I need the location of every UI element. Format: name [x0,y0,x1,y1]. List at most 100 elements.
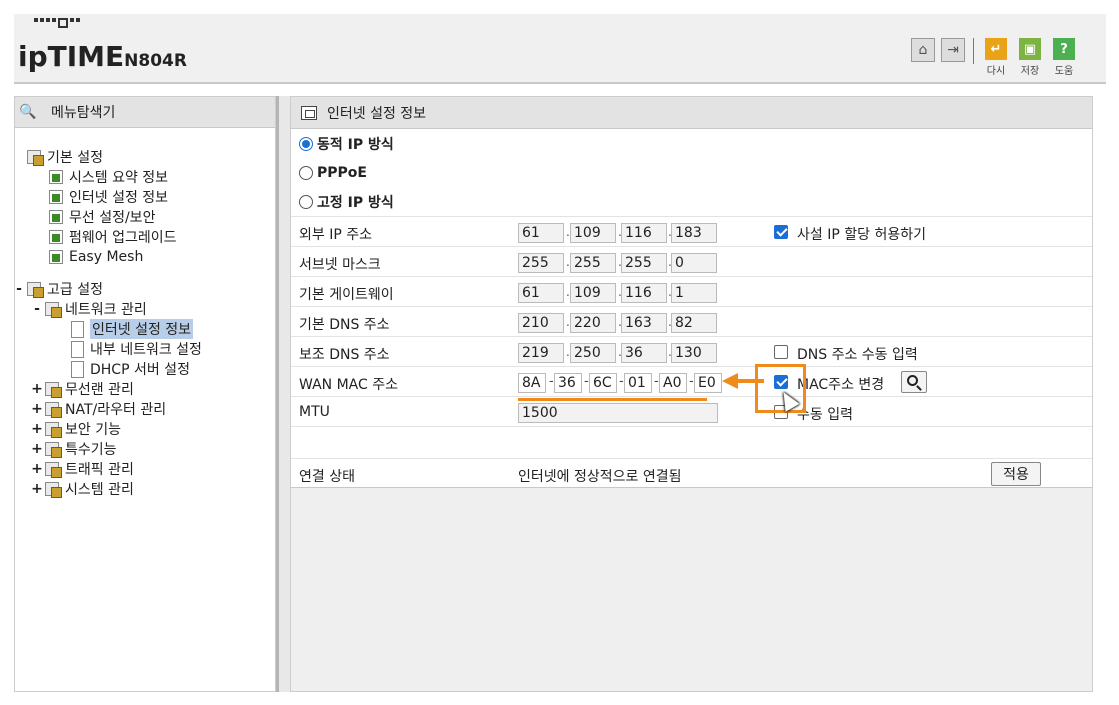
menu-explorer-header: 🔍 메뉴탐색기 [15,97,275,128]
reload-button[interactable]: ↵ 다시 [982,38,1010,77]
mac-part-4[interactable]: 01 [624,373,652,393]
tree-item-easymesh[interactable]: Easy Mesh [49,247,143,267]
tree-item-label: 인터넷 설정 정보 [69,190,169,206]
logout-icon[interactable]: ⇥ [941,38,965,62]
upgrade-icon [49,230,63,244]
apply-button[interactable]: 적용 [991,462,1041,486]
expand-toggle[interactable]: + [29,481,45,497]
secondary-dns-octet-1[interactable]: 219 [518,343,564,363]
tree-item-wireless[interactable]: 무선 설정/보안 [49,207,155,227]
wan-ip-octet-1[interactable]: 61 [518,223,564,243]
tree-advanced-label: 고급 설정 [47,282,103,298]
subnet-octet-4[interactable]: 0 [671,253,717,273]
home-icon[interactable]: ⌂ [911,38,935,62]
expand-toggle[interactable]: + [29,401,45,417]
panel-splitter[interactable] [276,96,290,692]
connection-status-label: 연결 상태 [299,469,355,485]
mac-part-3[interactable]: 6C [589,373,617,393]
tree-group-special[interactable]: + 특수기능 [29,439,117,459]
tree-group-system[interactable]: + 시스템 관리 [29,479,134,499]
tree-item-lan-settings[interactable]: 내부 네트워크 설정 [71,339,202,359]
gateway-octet-4[interactable]: 1 [671,283,717,303]
mac-search-button[interactable] [901,371,927,393]
tree-item-dhcp[interactable]: DHCP 서버 설정 [71,359,190,379]
tree-item-internet-info[interactable]: 인터넷 설정 정보 [49,187,168,207]
primary-dns-octet-4[interactable]: 82 [671,313,717,333]
wan-ip-octet-2[interactable]: 109 [570,223,616,243]
wireless-icon [45,382,62,398]
secondary-dns-label: 보조 DNS 주소 [299,347,390,363]
mac-part-5[interactable]: A0 [659,373,687,393]
collapse-toggle[interactable]: - [11,281,27,297]
save-label: 저장 [1020,66,1040,77]
mtu-input[interactable]: 1500 [518,403,718,423]
expand-toggle[interactable]: + [29,381,45,397]
header-toolbar: ⌂ ⇥ ↵ 다시 ▣ 저장 ? 도움 [911,38,1078,77]
collapse-toggle[interactable]: - [29,301,45,317]
gateway-octet-2[interactable]: 109 [570,283,616,303]
dns-manual-checkbox[interactable] [774,345,788,359]
secondary-dns-octet-3[interactable]: 36 [621,343,667,363]
tree-network-management[interactable]: - 네트워크 관리 [29,299,147,319]
subnet-octet-1[interactable]: 255 [518,253,564,273]
tree-item-system-summary[interactable]: 시스템 요약 정보 [49,167,168,187]
primary-dns-label: 기본 DNS 주소 [299,317,390,333]
tree-group-nat[interactable]: + NAT/라우터 관리 [29,399,166,419]
special-icon [45,442,62,458]
wan-ip-octet-3[interactable]: 116 [621,223,667,243]
tree-group-traffic[interactable]: + 트래픽 관리 [29,459,134,479]
mtu-label: MTU [299,404,330,420]
radio-static-ip-label: 고정 IP 방식 [317,194,394,211]
mac-highlight-underline [518,398,707,401]
mac-part-1[interactable]: 8A [518,373,546,393]
primary-dns-octet-2[interactable]: 220 [570,313,616,333]
expand-toggle[interactable]: + [29,461,45,477]
top-header: ipTIMEN804R ⌂ ⇥ ↵ 다시 ▣ 저장 ? 도움 [14,14,1106,84]
private-ip-checkbox[interactable] [774,225,788,239]
radio-dynamic-ip-control[interactable] [299,136,313,151]
wireless-icon [49,210,63,224]
gateway-octet-1[interactable]: 61 [518,283,564,303]
radio-pppoe[interactable]: PPPoE [291,158,1092,187]
tree-item-firmware[interactable]: 펌웨어 업그레이드 [49,227,177,247]
primary-dns-octet-3[interactable]: 163 [621,313,667,333]
radio-static-ip-control[interactable] [299,194,313,209]
subnet-octet-2[interactable]: 255 [570,253,616,273]
secondary-dns-octet-4[interactable]: 130 [671,343,717,363]
radio-pppoe-label: PPPoE [317,164,367,181]
primary-dns-octet-1[interactable]: 210 [518,313,564,333]
mac-part-2[interactable]: 36 [554,373,582,393]
radio-pppoe-control[interactable] [299,165,313,180]
secondary-dns-octet-2[interactable]: 250 [570,343,616,363]
tree-item-label: 시스템 요약 정보 [69,170,169,186]
help-button[interactable]: ? 도움 [1050,38,1078,77]
wan-ip-label: 외부 IP 주소 [299,227,372,243]
radio-static-ip[interactable]: 고정 IP 방식 [291,187,1092,216]
tree-advanced-settings[interactable]: - 고급 설정 [11,279,103,299]
row-gateway: 기본 게이트웨이 61 . 109 . 116 . 1 [291,276,1092,306]
expand-toggle[interactable]: + [29,441,45,457]
mac-part-6[interactable]: E0 [694,373,722,393]
expand-toggle[interactable]: + [29,421,45,437]
tree-basic-settings[interactable]: 기본 설정 [27,147,103,167]
brand-dots-icon [34,18,80,28]
tree-item-internet-settings[interactable]: 인터넷 설정 정보 [71,319,194,339]
tree-basic-label: 기본 설정 [47,150,103,166]
main-panel: 인터넷 설정 정보 동적 IP 방식 PPPoE 고정 IP 방식 외부 IP … [290,96,1093,692]
tree-group-security[interactable]: + 보안 기능 [29,419,121,439]
wan-ip-octet-4[interactable]: 183 [671,223,717,243]
tree-item-label: 내부 네트워크 설정 [90,342,202,358]
radio-dynamic-ip[interactable]: 동적 IP 방식 [291,129,1092,158]
tree-group-label: 보안 기능 [65,422,121,438]
gateway-label: 기본 게이트웨이 [299,287,394,303]
subnet-octet-3[interactable]: 255 [621,253,667,273]
mesh-icon [49,250,63,264]
search-icon [907,375,918,386]
row-wan-ip: 외부 IP 주소 61 . 109 . 116 . 183 사설 IP 할당 허… [291,216,1092,246]
gateway-octet-3[interactable]: 116 [621,283,667,303]
save-button[interactable]: ▣ 저장 [1016,38,1044,77]
row-spacer [291,426,1092,458]
router-icon [45,402,62,418]
mac-change-label: MAC주소 변경 [797,377,885,393]
tree-group-wireless[interactable]: + 무선랜 관리 [29,379,134,399]
